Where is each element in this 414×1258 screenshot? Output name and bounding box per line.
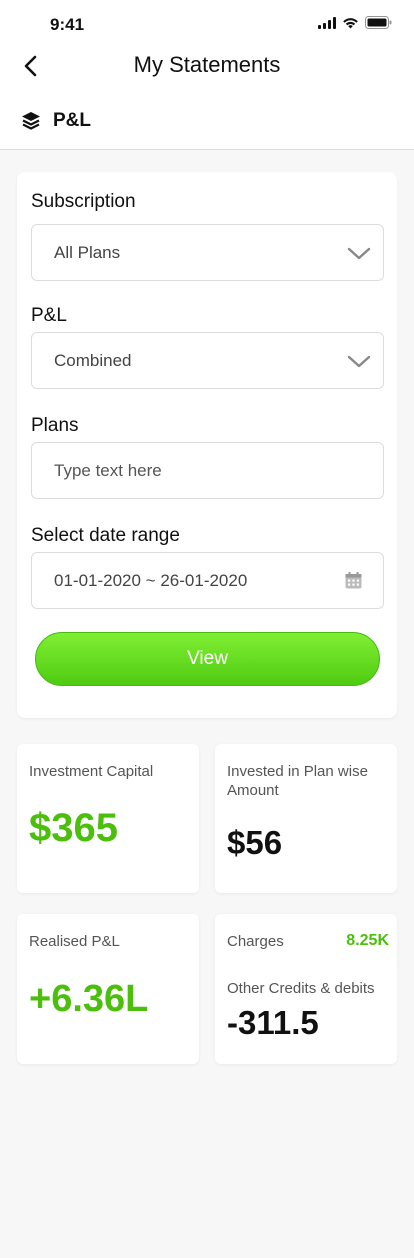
section-header: P&L <box>0 88 414 150</box>
filter-form-card: Subscription All Plans P&L Combined Plan… <box>17 172 397 718</box>
investment-capital-value: $365 <box>29 806 118 850</box>
section-title: P&L <box>53 110 91 131</box>
calendar-icon <box>345 572 362 589</box>
wifi-icon <box>342 17 359 29</box>
realised-pnl-card: Realised P&L +6.36L <box>17 914 199 1064</box>
plans-field <box>31 442 384 499</box>
pnl-label: P&L <box>31 305 67 326</box>
subscription-value: All Plans <box>54 243 121 262</box>
invested-plan-label: Invested in Plan wise Amount <box>227 763 368 799</box>
date-range-value: 01-01-2020 ~ 26-01-2020 <box>54 571 248 590</box>
date-range-label: Select date range <box>31 525 180 546</box>
investment-capital-card: Investment Capital $365 <box>17 744 199 893</box>
invested-plan-value: $56 <box>227 824 283 861</box>
charges-label: Charges <box>227 933 284 950</box>
invested-plan-card: Invested in Plan wise Amount $56 <box>215 744 397 893</box>
plans-input[interactable] <box>32 443 383 498</box>
status-time: 9:41 <box>50 15 85 34</box>
status-icons <box>318 16 392 29</box>
investment-capital-label: Investment Capital <box>29 763 154 780</box>
charges-value: 8.25K <box>346 932 389 949</box>
chevron-down-icon <box>347 247 371 260</box>
other-credits-label: Other Credits & debits <box>227 980 375 997</box>
layers-icon <box>20 110 42 137</box>
subscription-label: Subscription <box>31 191 136 212</box>
subscription-select[interactable]: All Plans <box>31 224 384 281</box>
signal-icon <box>318 16 336 29</box>
date-range-picker[interactable]: 01-01-2020 ~ 26-01-2020 <box>31 552 384 609</box>
chevron-down-icon <box>347 355 371 368</box>
view-button[interactable]: View <box>35 632 380 686</box>
charges-card: Charges 8.25K Other Credits & debits -31… <box>215 914 397 1064</box>
realised-pnl-label: Realised P&L <box>29 933 120 950</box>
realised-pnl-value: +6.36L <box>29 978 149 1020</box>
battery-icon <box>365 16 392 29</box>
other-credits-value: -311.5 <box>227 1004 319 1041</box>
plans-label: Plans <box>31 415 79 436</box>
pnl-select[interactable]: Combined <box>31 332 384 389</box>
page-title: My Statements <box>133 52 281 77</box>
status-bar: 9:41 <box>0 0 414 44</box>
pnl-value: Combined <box>54 351 132 370</box>
nav-bar: My Statements <box>0 44 414 88</box>
